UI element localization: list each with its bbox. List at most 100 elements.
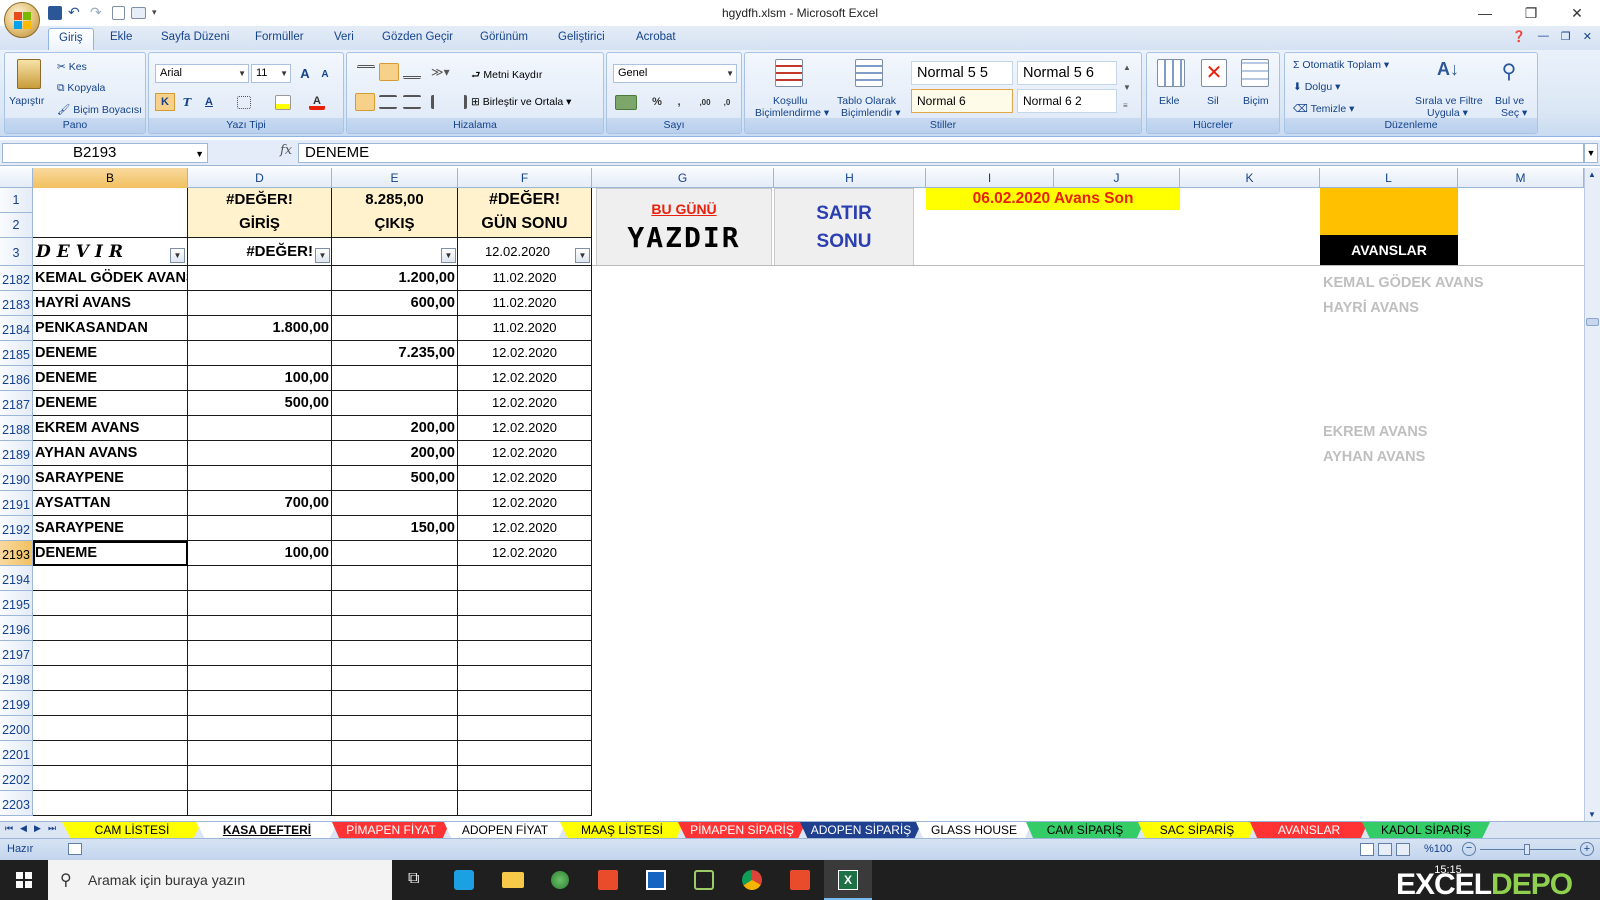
page-layout-icon[interactable] <box>1378 843 1392 856</box>
cell-date[interactable]: 12.02.2020 <box>458 441 592 466</box>
cell-empty[interactable] <box>33 741 188 766</box>
row-header[interactable]: 2198 <box>0 666 33 691</box>
sheet-tab[interactable]: SAC SİPARİŞ <box>1138 822 1256 838</box>
prev-sheet-icon[interactable]: ◀ <box>20 823 27 834</box>
cell-giris[interactable] <box>188 416 332 441</box>
sheet-tab[interactable]: PİMAPEN FİYAT <box>332 822 450 838</box>
taskbar-app-3[interactable] <box>536 860 584 900</box>
cell-description[interactable]: DENEME <box>33 391 188 416</box>
cell-cikis[interactable]: 200,00 <box>332 416 458 441</box>
row-header[interactable]: 2190 <box>0 466 33 491</box>
row-header[interactable]: 2184 <box>0 316 33 341</box>
cell-cikis[interactable] <box>332 391 458 416</box>
cell-empty[interactable] <box>332 716 458 741</box>
name-box[interactable]: B2193 ▼ <box>2 143 208 163</box>
cell-giris[interactable]: 500,00 <box>188 391 332 416</box>
row-header[interactable]: 2197 <box>0 641 33 666</box>
cell-date[interactable]: 12.02.2020 <box>458 541 592 566</box>
cell-date[interactable]: 11.02.2020 <box>458 316 592 341</box>
cell-empty[interactable] <box>33 591 188 616</box>
column-header-g[interactable]: G <box>592 168 774 188</box>
cell-empty[interactable] <box>188 716 332 741</box>
row-header[interactable]: 2183 <box>0 291 33 316</box>
cell-empty[interactable] <box>458 791 592 816</box>
cell-description[interactable]: SARAYPENE <box>33 516 188 541</box>
cell-empty[interactable] <box>458 741 592 766</box>
row-header[interactable]: 2194 <box>0 566 33 591</box>
column-header-k[interactable]: K <box>1180 168 1320 188</box>
cell-cikis[interactable]: 150,00 <box>332 516 458 541</box>
underline-button[interactable]: A <box>199 93 219 111</box>
sheet-tab[interactable]: KADOL SİPARİŞ <box>1362 822 1490 838</box>
clear-button[interactable]: ⌫ Temizle ▾ <box>1293 103 1354 115</box>
row-header[interactable]: 2200 <box>0 716 33 741</box>
cell-empty[interactable] <box>458 766 592 791</box>
cell-empty[interactable] <box>458 666 592 691</box>
style-normal-6[interactable]: Normal 6 <box>911 89 1013 113</box>
number-format-combo[interactable]: Genel ▼ <box>613 64 737 83</box>
row-header[interactable]: 2186 <box>0 366 33 391</box>
cell-cikis[interactable]: 500,00 <box>332 466 458 491</box>
cell-description[interactable]: EKREM AVANS <box>33 416 188 441</box>
row-header-1[interactable]: 1 <box>0 188 33 213</box>
tab-ekle[interactable]: Ekle <box>110 31 132 43</box>
cell-empty[interactable] <box>188 791 332 816</box>
avanslar-header[interactable]: AVANSLAR <box>1320 235 1458 265</box>
cell-description[interactable]: PENKASANDAN <box>33 316 188 341</box>
italic-button[interactable]: T <box>177 93 197 111</box>
row-header-3[interactable]: 3 <box>0 238 33 266</box>
styles-scroll-up-icon[interactable]: ▲ <box>1123 63 1131 72</box>
row-header[interactable]: 2189 <box>0 441 33 466</box>
align-left-icon[interactable] <box>355 93 375 111</box>
align-bottom-icon[interactable] <box>403 65 421 79</box>
column-header-h[interactable]: H <box>774 168 926 188</box>
cell-empty[interactable] <box>188 766 332 791</box>
tab-veri[interactable]: Veri <box>334 31 354 43</box>
column-header-m[interactable]: M <box>1458 168 1584 188</box>
next-sheet-icon[interactable]: ▶ <box>34 823 41 834</box>
font-size-combo[interactable]: 11 ▼ <box>251 64 291 83</box>
sort-filter-label[interactable]: Sırala ve Filtre <box>1415 95 1483 107</box>
font-name-combo[interactable]: Arial ▼ <box>155 64 249 83</box>
format-as-table-icon[interactable] <box>855 59 883 87</box>
cell-empty[interactable] <box>332 666 458 691</box>
insert-cells-icon[interactable] <box>1157 59 1185 87</box>
tab-sayfa-duzeni[interactable]: Sayfa Düzeni <box>161 31 229 43</box>
cell-giris-header[interactable]: #DEĞER! GİRİŞ <box>188 188 332 238</box>
select-all-corner[interactable] <box>0 168 33 188</box>
style-normal-5-5[interactable]: Normal 5 5 <box>911 61 1013 85</box>
cell-empty[interactable] <box>188 666 332 691</box>
row-header[interactable]: 2196 <box>0 616 33 641</box>
decrease-indent-icon[interactable] <box>431 95 447 109</box>
cell-empty[interactable] <box>332 741 458 766</box>
ribbon-minimize-icon[interactable]: — <box>1538 30 1549 43</box>
cell-description[interactable]: HAYRİ AVANS <box>33 291 188 316</box>
filter-dropdown-b[interactable]: ▼ <box>170 248 185 263</box>
cell-giris[interactable] <box>188 341 332 366</box>
delete-cells-icon[interactable]: ✕ <box>1201 59 1227 87</box>
row-header[interactable]: 2191 <box>0 491 33 516</box>
tab-gozden-gecir[interactable]: Gözden Geçir <box>382 31 453 43</box>
cell-description[interactable]: DENEME <box>33 341 188 366</box>
row-header[interactable]: 2187 <box>0 391 33 416</box>
styles-more-icon[interactable]: ≡ <box>1123 101 1128 110</box>
cell-empty[interactable] <box>458 691 592 716</box>
cell-empty[interactable] <box>33 691 188 716</box>
bold-button[interactable]: K <box>155 93 175 111</box>
cell-empty[interactable] <box>188 641 332 666</box>
ribbon-restore-icon[interactable]: ❐ <box>1561 30 1571 43</box>
column-header-e[interactable]: E <box>332 168 458 188</box>
format-cells-icon[interactable] <box>1241 59 1269 87</box>
cell-description[interactable]: AYSATTAN <box>33 491 188 516</box>
cell-description[interactable]: DENEME <box>33 541 188 566</box>
styles-scroll-down-icon[interactable]: ▼ <box>1123 83 1131 92</box>
cell-devir-value[interactable]: #DEĞER! <box>188 238 332 266</box>
cell-description[interactable]: AYHAN AVANS <box>33 441 188 466</box>
cell-giris[interactable] <box>188 466 332 491</box>
avans-son-banner[interactable]: 06.02.2020 Avans Son <box>926 188 1180 210</box>
filter-dropdown-f[interactable]: ▼ <box>575 248 590 263</box>
minimize-button[interactable]: — <box>1462 0 1508 26</box>
scroll-down-icon[interactable]: ▼ <box>1588 810 1596 819</box>
format-painter-button[interactable]: 🖌 Biçim Boyacısı <box>57 103 142 116</box>
page-break-icon[interactable] <box>1396 843 1410 856</box>
